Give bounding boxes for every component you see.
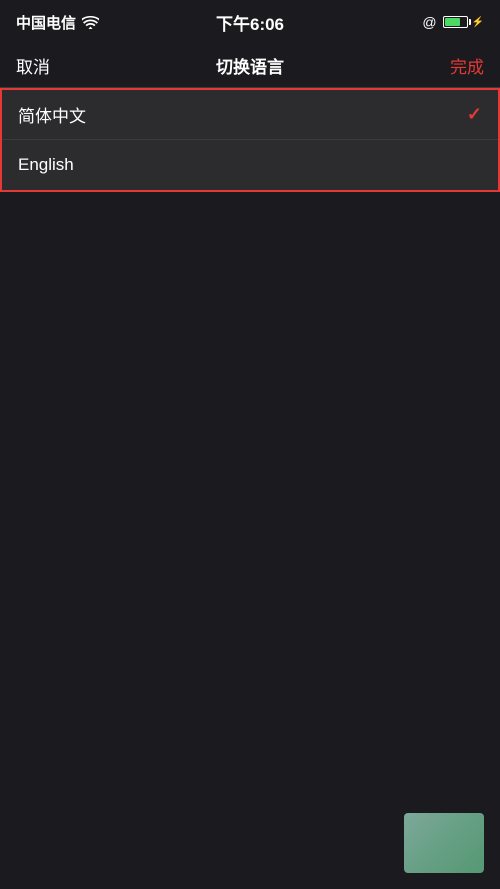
nav-bar: 取消 切换语言 完成 <box>0 44 500 88</box>
cancel-button[interactable]: 取消 <box>16 53 50 78</box>
language-label-simplified-chinese: 简体中文 <box>18 102 86 127</box>
done-button[interactable]: 完成 <box>450 53 484 78</box>
checkmark-icon-simplified-chinese: ✓ <box>467 104 482 125</box>
battery-icon: ⚡ <box>443 16 484 28</box>
charge-icon: ⚡ <box>472 17 484 28</box>
language-item-english[interactable]: English <box>2 140 498 190</box>
bottom-thumbnail <box>404 813 484 873</box>
at-icon: @ <box>422 14 436 30</box>
language-label-english: English <box>18 155 74 175</box>
status-carrier-area: 中国电信 <box>16 12 99 33</box>
status-time: 下午6:06 <box>216 10 284 35</box>
wifi-icon <box>82 16 99 29</box>
language-item-simplified-chinese[interactable]: 简体中文 ✓ <box>2 90 498 140</box>
language-list: 简体中文 ✓ English <box>0 88 500 192</box>
carrier-label: 中国电信 <box>16 12 76 33</box>
status-bar: 中国电信 下午6:06 @ ⚡ <box>0 0 500 44</box>
page-title: 切换语言 <box>216 53 284 78</box>
status-right-area: @ ⚡ <box>422 14 484 30</box>
